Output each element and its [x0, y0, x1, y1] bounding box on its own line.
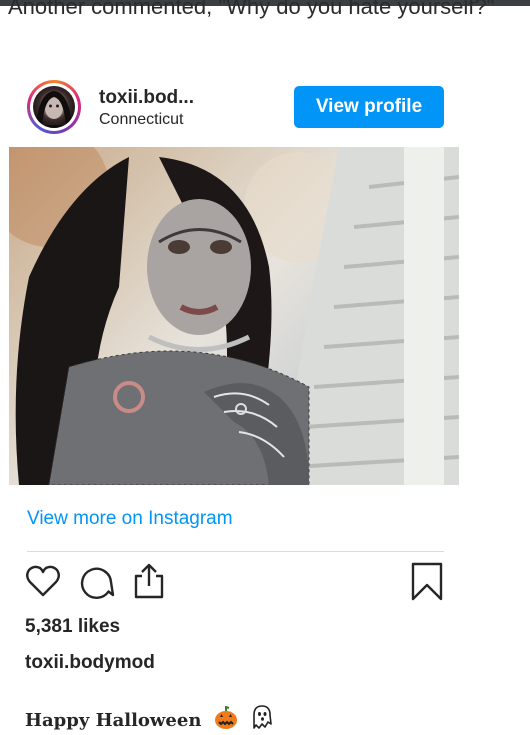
- post-photo[interactable]: [9, 147, 459, 485]
- avatar-image: [33, 86, 75, 128]
- comment-icon[interactable]: [78, 562, 116, 602]
- post-actions: [24, 562, 444, 604]
- divider: [27, 551, 444, 552]
- post-owner-username[interactable]: toxii.bodymod: [25, 652, 155, 674]
- instagram-embed-header: toxii.bod... Connecticut View profile: [27, 80, 447, 135]
- article-text: Another commented, "Why do you hate your…: [8, 0, 495, 19]
- caption-text: Happy Halloween: [25, 710, 202, 731]
- post-caption: Happy Halloween: [25, 704, 274, 735]
- bookmark-icon[interactable]: [408, 562, 446, 602]
- ghost-icon: [250, 704, 274, 735]
- view-profile-button[interactable]: View profile: [294, 86, 444, 128]
- avatar[interactable]: [27, 80, 81, 134]
- view-more-on-instagram-link[interactable]: View more on Instagram: [27, 508, 233, 530]
- profile-username[interactable]: toxii.bod...: [99, 87, 194, 109]
- profile-location[interactable]: Connecticut: [99, 111, 184, 129]
- heart-icon[interactable]: [24, 562, 62, 602]
- share-icon[interactable]: [130, 562, 168, 602]
- likes-count[interactable]: 5,381 likes: [25, 616, 120, 638]
